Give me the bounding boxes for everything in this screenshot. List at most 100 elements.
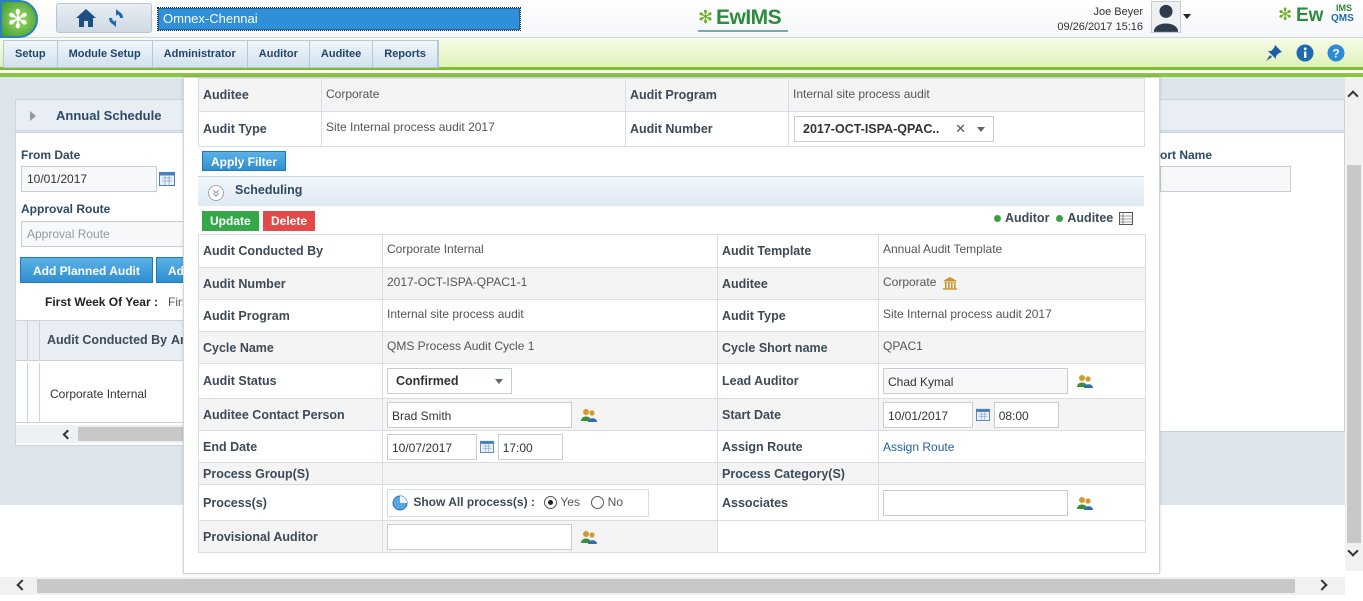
process-chart-icon[interactable]	[392, 495, 408, 511]
vertical-scroll-thumb[interactable]	[1347, 165, 1361, 543]
cycle-short-value: QPAC1	[878, 331, 1146, 364]
help-icon[interactable]: ?	[1327, 44, 1345, 62]
calendar-icon[interactable]	[976, 408, 991, 421]
process-group-value[interactable]	[382, 462, 718, 485]
menu-administrator[interactable]: Administrator	[153, 41, 248, 67]
audit-status-select[interactable]: Confirmed	[387, 368, 512, 394]
end-date-input[interactable]: 10/07/2017	[387, 433, 477, 460]
start-time-input[interactable]: 08:00	[993, 401, 1059, 428]
add-planned-audit-button[interactable]: Add Planned Audit	[20, 257, 153, 283]
scroll-down-icon[interactable]	[1347, 545, 1359, 557]
process-category-value[interactable]	[878, 462, 1146, 485]
delete-button[interactable]: Delete	[263, 211, 316, 231]
scroll-left-icon[interactable]	[62, 429, 73, 440]
menu-auditee[interactable]: Auditee	[310, 41, 374, 67]
show-all-label: Show All process(s) :	[413, 494, 535, 509]
contact-person-label: Auditee Contact Person	[198, 398, 383, 431]
template-label: Audit Template	[717, 234, 879, 268]
from-date-input[interactable]: 10/01/2017	[21, 166, 157, 192]
scheduling-title: Scheduling	[235, 183, 303, 197]
assign-route-link[interactable]: Assign Route	[883, 440, 954, 454]
provisional-auditor-input[interactable]	[387, 523, 572, 550]
audit-status-value: Confirmed	[396, 374, 459, 388]
brand-center-name: EwIMS	[716, 6, 782, 29]
audit-program-value: Internal site process audit	[382, 299, 718, 332]
audit-number-combo[interactable]: 2017-OCT-ISPA-QPAC.. ✕	[794, 116, 994, 142]
app-logo[interactable]: ✻	[0, 0, 38, 38]
filter-program-value: Internal site process audit	[788, 78, 1145, 112]
grid-header: Audit Conducted By Ar	[16, 321, 191, 361]
associates-label: Associates	[717, 484, 879, 521]
lead-auditor-label: Lead Auditor	[717, 363, 879, 399]
collapse-chevron-icon[interactable]	[208, 185, 224, 201]
menu-reports[interactable]: Reports	[373, 41, 438, 67]
contact-person-input[interactable]: Brad Smith	[387, 401, 572, 428]
site-selector[interactable]: Omnex-Chennai	[157, 7, 521, 31]
grid-view-icon[interactable]	[1118, 212, 1133, 226]
table-row[interactable]: Corporate Internal	[16, 363, 191, 423]
pin-icon[interactable]	[1265, 44, 1283, 62]
spark-icon: ✻	[698, 7, 714, 27]
info-icon[interactable]	[1296, 44, 1314, 62]
associates-input[interactable]	[883, 489, 1068, 516]
audit-number-detail: 2017-OCT-ISPA-QPAC1-1	[382, 267, 718, 300]
page-horizontal-scrollbar[interactable]	[0, 577, 1345, 595]
details-table: Audit Conducted By Corporate Internal Au…	[198, 234, 1146, 553]
calendar-icon[interactable]	[480, 440, 495, 453]
show-all-yes-radio[interactable]	[544, 496, 558, 509]
user-name: Joe Beyer	[1093, 6, 1143, 18]
building-icon[interactable]	[942, 276, 958, 290]
add-audit-button[interactable]: Ad	[156, 257, 186, 283]
start-date-input[interactable]: 10/01/2017	[883, 401, 973, 428]
grid-header-conducted-by[interactable]: Audit Conducted By	[47, 333, 167, 347]
filter-table: Auditee Corporate Audit Program Internal…	[198, 78, 1145, 147]
approval-route-input[interactable]: Approval Route	[21, 221, 186, 247]
scroll-right-icon[interactable]	[1316, 579, 1328, 591]
chevron-down-icon[interactable]	[495, 379, 503, 384]
menu-module-setup[interactable]: Module Setup	[58, 41, 153, 67]
scroll-up-icon[interactable]	[1347, 90, 1359, 102]
filter-type-value: Site Internal process audit 2017	[321, 111, 626, 147]
grid-horizontal-scrollbar[interactable]	[16, 425, 191, 443]
conducted-by-label: Audit Conducted By	[198, 234, 383, 268]
scheduling-section-header[interactable]: Scheduling	[198, 176, 1144, 206]
processes-label: Process(s)	[198, 484, 383, 521]
legend-auditee: Auditee	[1067, 211, 1114, 225]
process-group-label: Process Group(S)	[198, 462, 383, 485]
short-name-input[interactable]	[1160, 166, 1291, 192]
apply-filter-button[interactable]: Apply Filter	[202, 151, 287, 171]
expand-arrow-icon	[30, 111, 36, 121]
user-menu-caret-icon[interactable]	[1183, 14, 1191, 19]
user-avatar-icon[interactable]	[1151, 1, 1181, 33]
chevron-down-icon[interactable]	[977, 127, 985, 132]
main-menu: Setup Module Setup Administrator Auditor…	[3, 40, 439, 68]
annual-schedule-title: Annual Schedule	[56, 108, 162, 123]
show-all-no-radio[interactable]	[591, 496, 605, 509]
no-label: No	[607, 494, 623, 509]
home-icon[interactable]	[75, 8, 97, 28]
people-picker-icon[interactable]	[1076, 373, 1094, 389]
audit-program-label: Audit Program	[198, 299, 383, 332]
menu-auditor[interactable]: Auditor	[248, 41, 310, 67]
provisional-auditor-label: Provisional Auditor	[198, 520, 383, 553]
clear-icon[interactable]: ✕	[955, 121, 966, 137]
menu-setup[interactable]: Setup	[4, 41, 58, 67]
refresh-icon[interactable]	[107, 9, 125, 27]
conducted-by-value: Corporate Internal	[382, 234, 718, 268]
lead-auditor-input[interactable]: Chad Kymal	[883, 368, 1068, 394]
calendar-icon[interactable]	[159, 171, 175, 186]
audit-type-label: Audit Type	[717, 299, 879, 332]
page-vertical-scrollbar[interactable]	[1345, 77, 1363, 571]
scroll-left-icon[interactable]	[16, 579, 28, 591]
horizontal-scroll-thumb[interactable]	[37, 579, 1295, 593]
people-picker-icon[interactable]	[1076, 495, 1094, 511]
end-date-label: End Date	[198, 430, 383, 463]
cycle-name-value: QMS Process Audit Cycle 1	[382, 331, 718, 364]
people-picker-icon[interactable]	[580, 529, 598, 545]
update-button[interactable]: Update	[202, 211, 259, 231]
end-time-input[interactable]: 17:00	[497, 433, 563, 460]
short-name-label: ort Name	[1160, 148, 1213, 162]
people-picker-icon[interactable]	[580, 407, 598, 423]
start-date-label: Start Date	[717, 398, 879, 431]
auditor-legend-dot	[994, 214, 1001, 222]
